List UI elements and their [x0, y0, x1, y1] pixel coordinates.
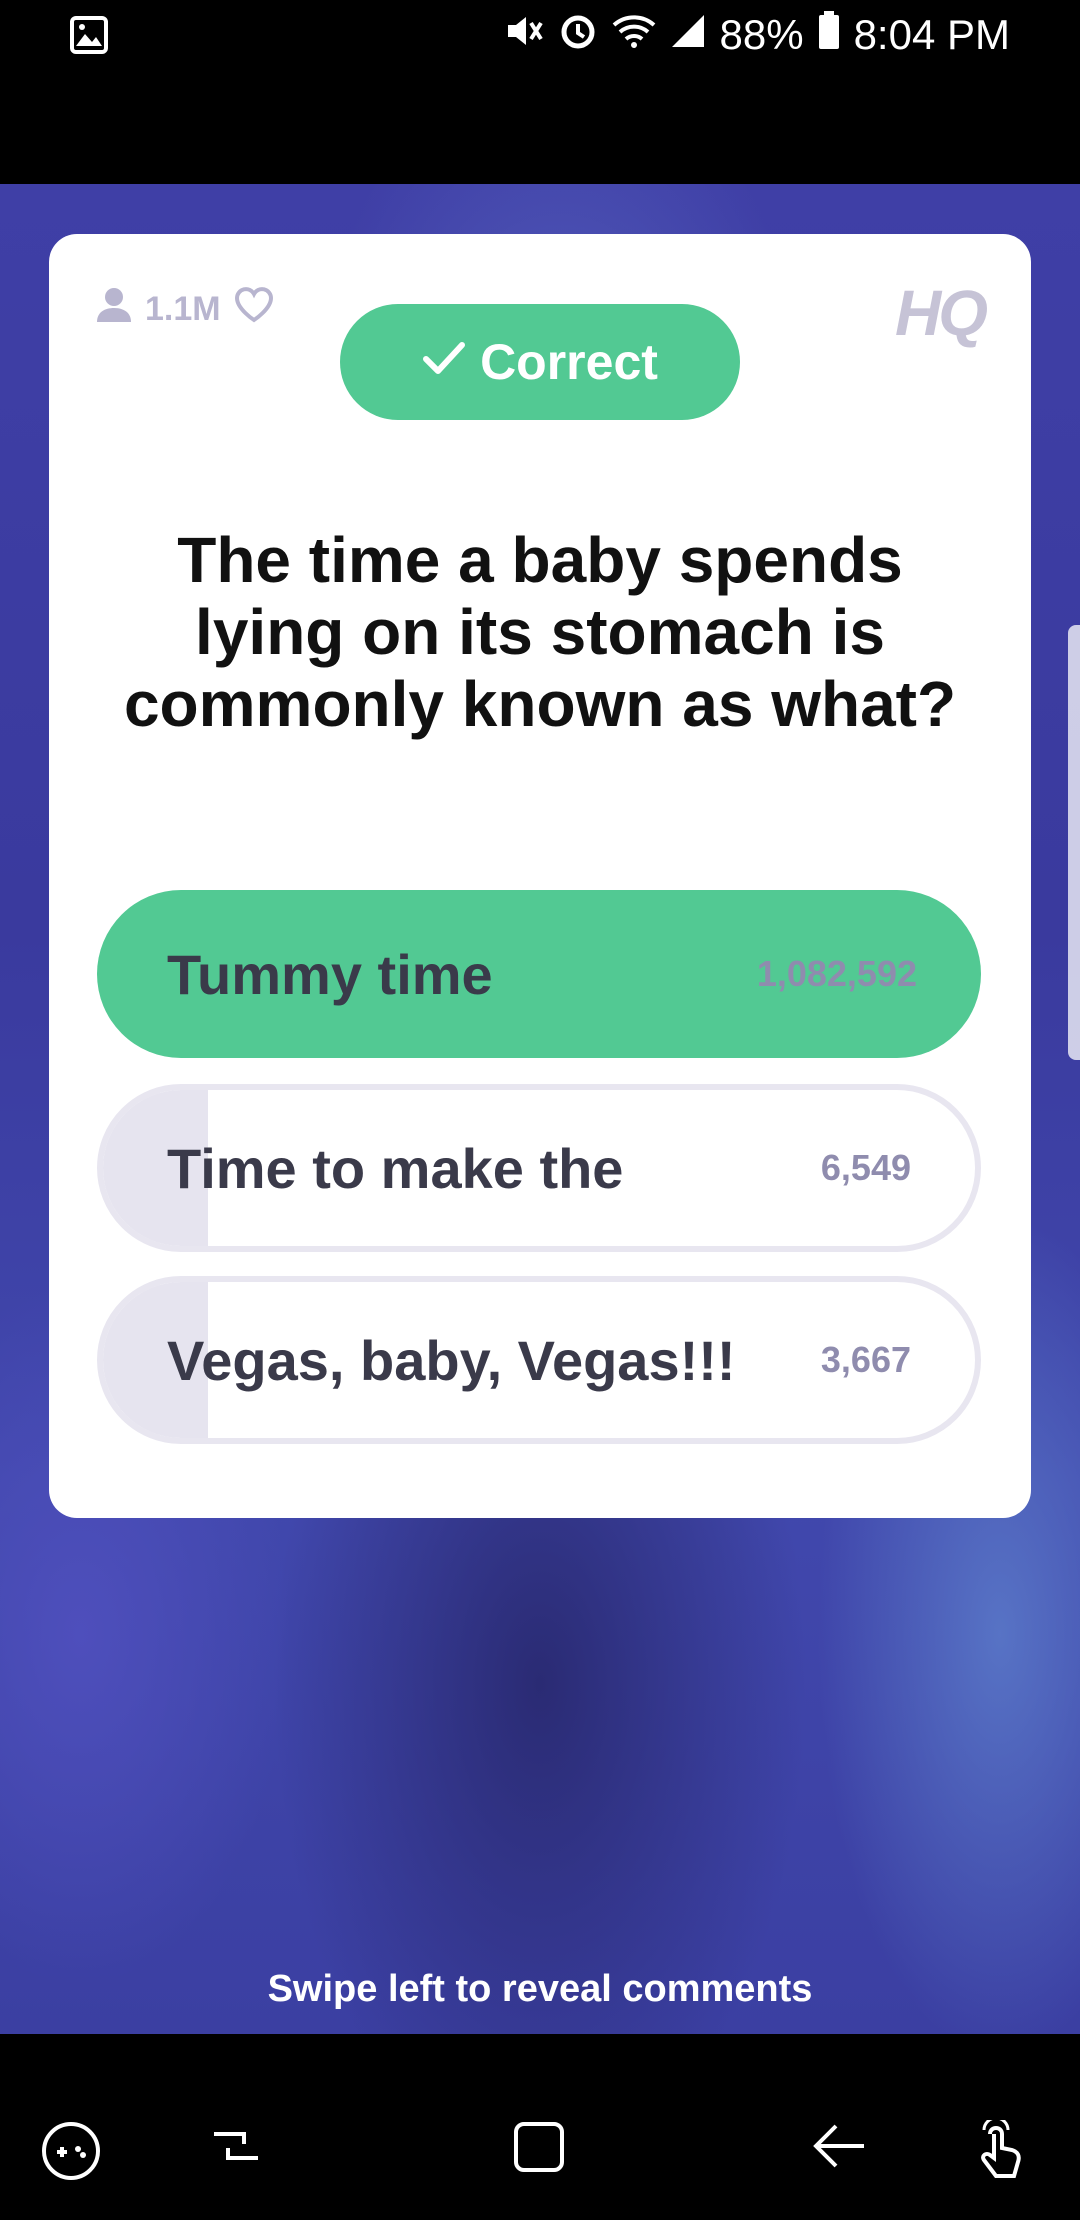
wifi-icon	[612, 11, 656, 59]
question-card: 1.1M HQ Correct The time a baby spends l…	[49, 234, 1031, 1518]
image-notification-icon	[70, 16, 108, 59]
answer-count: 1,082,592	[756, 953, 917, 994]
edge-panel-handle[interactable]	[1068, 625, 1080, 1060]
answer-label: Time to make the	[167, 1136, 624, 1200]
status-icons: 88% 8:04 PM	[504, 10, 1010, 60]
heart-icon[interactable]	[233, 286, 275, 333]
game-tools-icon[interactable]	[40, 2120, 102, 2187]
answer-option-1: Tummy time 1,082,592	[97, 890, 981, 1058]
person-icon	[95, 286, 133, 333]
battery-percent: 88%	[719, 11, 804, 58]
home-icon[interactable]	[512, 2120, 566, 2179]
recent-apps-icon[interactable]	[210, 2120, 262, 2177]
back-icon[interactable]	[812, 2120, 868, 2177]
correct-label: Correct	[480, 334, 658, 390]
clock: 8:04 PM	[853, 11, 1010, 58]
answer-option-2: Time to make the 6,549	[97, 1084, 981, 1252]
alarm-icon	[558, 10, 598, 60]
answer-count: 3,667	[820, 1339, 911, 1380]
mute-icon	[504, 11, 544, 59]
checkmark-icon	[422, 333, 466, 391]
answer-option-3: Vegas, baby, Vegas!!! 3,667	[97, 1276, 981, 1444]
answer-label: Tummy time	[167, 942, 493, 1006]
answer-count: 6,549	[820, 1147, 911, 1188]
battery-icon	[818, 11, 840, 59]
viewer-count: 1.1M	[95, 286, 275, 333]
correct-badge: Correct	[340, 304, 740, 420]
viewer-count-value: 1.1M	[145, 290, 221, 328]
gesture-icon[interactable]	[970, 2116, 1036, 2191]
answer-label: Vegas, baby, Vegas!!!	[167, 1328, 736, 1392]
status-bar: 88% 8:04 PM	[0, 0, 1080, 72]
question-text: The time a baby spends lying on its stom…	[123, 524, 957, 740]
signal-icon	[670, 11, 706, 59]
navigation-bar	[0, 2034, 1080, 2220]
hq-logo: HQ	[895, 277, 988, 349]
swipe-hint: Swipe left to reveal comments	[267, 1968, 813, 2010]
